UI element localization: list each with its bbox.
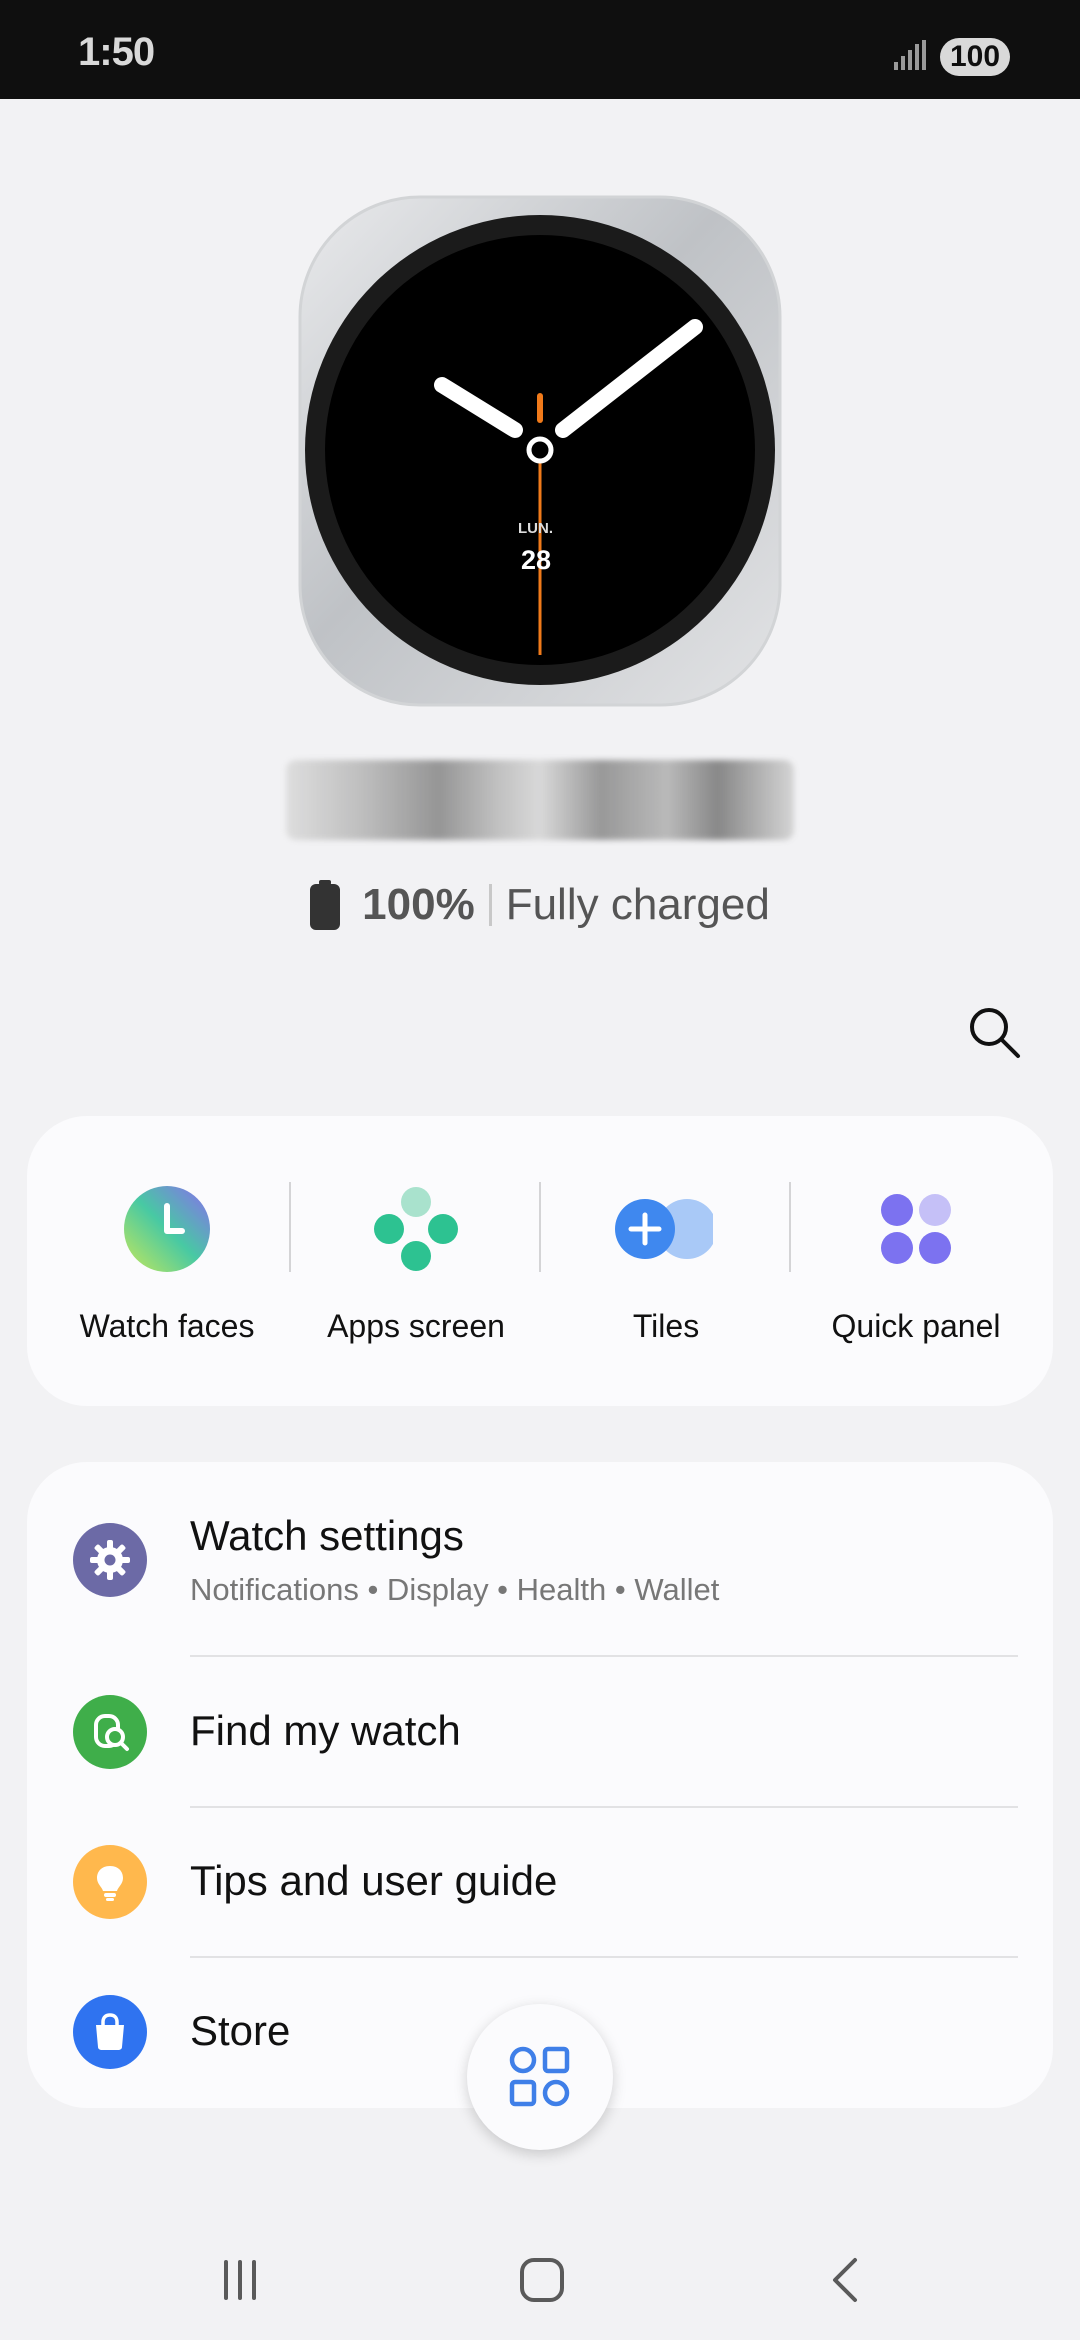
quick-panel-icon: [881, 1194, 951, 1264]
battery-status: 100% Fully charged: [0, 875, 1080, 935]
menu-item-find-my-watch[interactable]: Find my watch: [27, 1657, 1053, 1807]
menu-item-subtitle: Notifications • Display • Health • Walle…: [190, 1572, 720, 1607]
back-button[interactable]: [805, 2250, 885, 2310]
lightbulb-icon: [73, 1845, 147, 1919]
recent-apps-button[interactable]: [200, 2250, 280, 2310]
navigation-bar: [0, 2220, 1080, 2340]
shortcut-label: Apps screen: [327, 1308, 505, 1344]
status-time: 1:50: [78, 30, 155, 74]
menu-item-title: Watch settings: [190, 1512, 464, 1559]
apps-grid-button[interactable]: [467, 2004, 613, 2150]
shortcut-card: Watch faces Apps screen Tiles Quick pane…: [27, 1116, 1053, 1406]
menu-item-watch-settings[interactable]: Watch settings Notifications • Display •…: [27, 1462, 1053, 1657]
apps-screen-icon: [374, 1187, 458, 1271]
battery-percent: 100%: [362, 880, 475, 929]
status-bar: 1:50 100: [0, 0, 1080, 99]
shortcut-apps-screen[interactable]: Apps screen: [291, 1116, 541, 1406]
find-watch-icon: [73, 1695, 147, 1769]
recent-apps-icon: [224, 2260, 256, 2300]
watch-faces-icon: [124, 1186, 210, 1272]
battery-icon: [310, 880, 341, 930]
battery-divider: [488, 884, 492, 926]
watch-image[interactable]: LUN. 28: [295, 195, 795, 710]
menu-item-title: Tips and user guide: [190, 1857, 558, 1904]
watch-date: 28: [521, 545, 552, 575]
home-button[interactable]: [502, 2250, 582, 2310]
shortcut-label: Quick panel: [831, 1308, 1001, 1344]
shortcut-label: Tiles: [632, 1308, 700, 1344]
shopping-bag-icon: [73, 1995, 147, 2069]
battery-icon: 100: [940, 38, 1010, 76]
shortcut-watch-faces[interactable]: Watch faces: [42, 1116, 292, 1406]
signal-icon: [894, 40, 926, 70]
device-name-blurred: [286, 760, 794, 840]
apps-grid-icon: [509, 2046, 570, 2107]
menu-item-title: Store: [190, 2007, 291, 2054]
tiles-icon: [615, 1199, 713, 1259]
back-icon: [833, 2258, 857, 2302]
gear-icon: [73, 1523, 147, 1597]
search-icon[interactable]: [965, 1003, 1025, 1063]
menu-item-title: Find my watch: [190, 1707, 461, 1754]
menu-item-tips[interactable]: Tips and user guide: [27, 1807, 1053, 1957]
home-icon: [520, 2258, 564, 2302]
shortcut-quick-panel[interactable]: Quick panel: [791, 1116, 1041, 1406]
watch-day-label: LUN.: [518, 520, 553, 537]
shortcut-tiles[interactable]: Tiles: [541, 1116, 791, 1406]
shortcut-label: Watch faces: [79, 1308, 255, 1344]
battery-status-text: Fully charged: [505, 880, 770, 929]
